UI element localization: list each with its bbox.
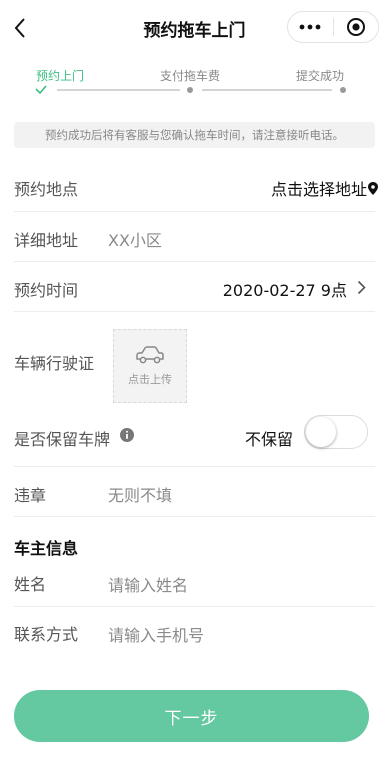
phone-label: 联系方式 bbox=[14, 625, 79, 644]
time-value[interactable]: 2020-02-27 9点 bbox=[223, 277, 347, 301]
location-label: 预约地点 bbox=[14, 180, 79, 199]
upload-license-button[interactable]: 点击上传 bbox=[113, 329, 187, 403]
license-label: 车辆行驶证 bbox=[14, 354, 95, 373]
address-label: 详细地址 bbox=[14, 231, 79, 250]
nav-bar: 预约拖车上门 bbox=[0, 0, 389, 56]
upload-text: 点击上传 bbox=[128, 373, 172, 386]
more-dots-icon[interactable] bbox=[288, 12, 333, 42]
name-input[interactable]: 请输入姓名 bbox=[108, 572, 188, 596]
step-dot-3 bbox=[340, 87, 346, 93]
plate-state-text: 不保留 bbox=[245, 430, 294, 449]
name-label: 姓名 bbox=[14, 575, 47, 594]
mini-program-capsule bbox=[287, 11, 379, 43]
car-icon bbox=[136, 346, 164, 364]
violation-input[interactable]: 无则不填 bbox=[108, 482, 172, 506]
step-dot-2 bbox=[187, 87, 193, 93]
divider bbox=[14, 516, 375, 517]
row-license: 车辆行驶证 bbox=[0, 312, 389, 406]
chevron-right-icon bbox=[357, 280, 366, 299]
progress-track bbox=[35, 85, 346, 95]
notice-banner: 预约成功后将有客服与您确认拖车时间，请注意接听电话。 bbox=[14, 122, 375, 148]
row-location[interactable]: 预约地点 点击选择地址 bbox=[0, 161, 389, 211]
location-pin-icon bbox=[368, 180, 378, 199]
keep-plate-toggle[interactable] bbox=[304, 415, 368, 449]
owner-section-title: 车主信息 bbox=[14, 539, 79, 558]
row-phone[interactable]: 联系方式 请输入手机号 bbox=[0, 607, 389, 657]
info-icon[interactable] bbox=[120, 427, 134, 446]
next-step-button[interactable]: 下一步 bbox=[14, 690, 369, 742]
target-circle-icon[interactable] bbox=[333, 12, 378, 42]
violation-label: 违章 bbox=[14, 486, 47, 505]
plate-label: 是否保留车牌 bbox=[14, 430, 111, 449]
row-address[interactable]: 详细地址 XX小区 bbox=[0, 212, 389, 262]
time-label: 预约时间 bbox=[14, 281, 79, 300]
row-time[interactable]: 预约时间 2020-02-27 9点 bbox=[0, 262, 389, 312]
toggle-knob bbox=[306, 417, 336, 447]
phone-input[interactable]: 请输入手机号 bbox=[108, 622, 204, 646]
check-icon bbox=[35, 85, 47, 95]
row-violation[interactable]: 违章 无则不填 bbox=[0, 467, 389, 517]
row-name[interactable]: 姓名 请输入姓名 bbox=[0, 557, 389, 607]
address-input[interactable]: XX小区 bbox=[108, 227, 162, 251]
location-value[interactable]: 点击选择地址 bbox=[271, 176, 367, 200]
